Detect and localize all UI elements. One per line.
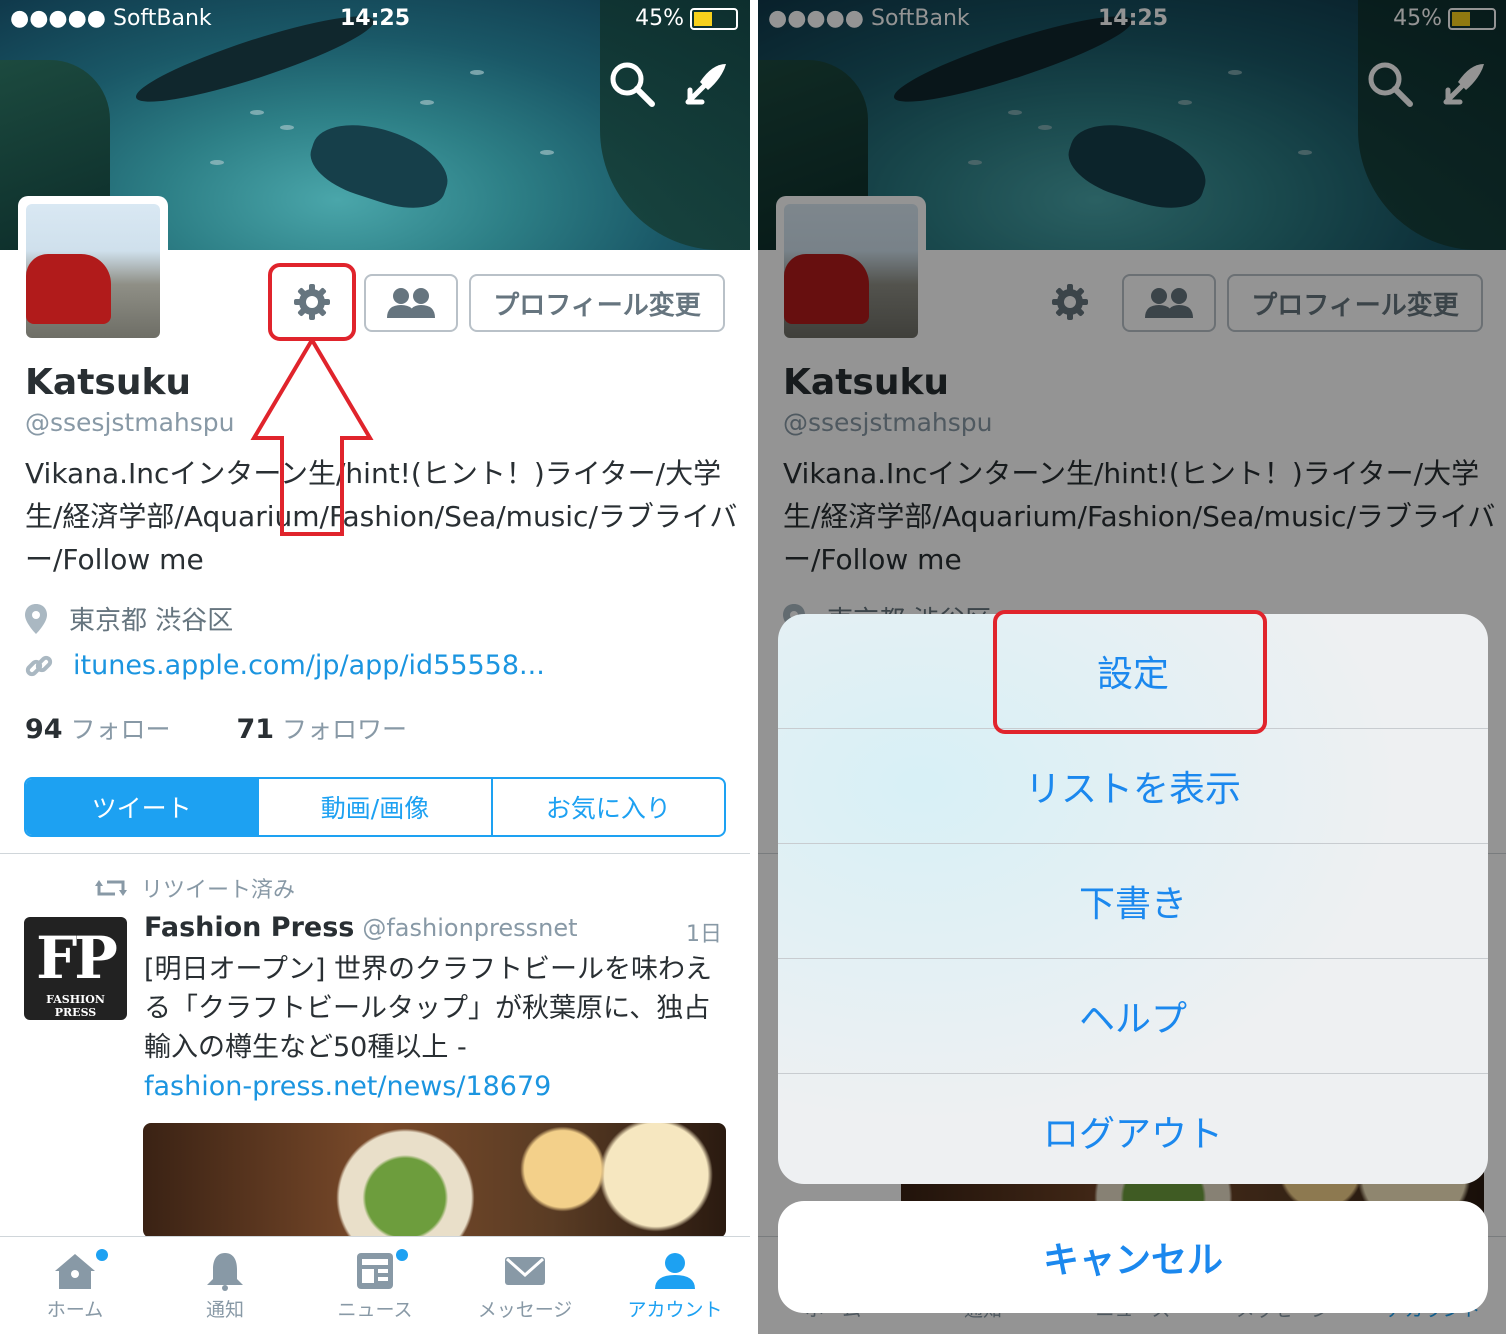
retweet-indicator: リツイート済み <box>95 872 295 904</box>
news-icon <box>357 1253 393 1289</box>
link-icon <box>25 655 53 676</box>
envelope-icon <box>505 1257 545 1285</box>
highlight-gear-box <box>268 263 356 341</box>
tab-tweets[interactable]: ツイート <box>26 779 258 835</box>
banner-fish <box>210 160 224 165</box>
battery-percent: 45% <box>635 6 684 31</box>
action-help[interactable]: ヘルプ <box>778 958 1488 1073</box>
follow-counts: 94 フォロー 71 フォロワー <box>25 710 407 746</box>
banner-fish <box>470 70 484 75</box>
following-count-link[interactable]: 94 フォロー <box>25 714 171 745</box>
tweet-link[interactable]: fashion-press.net/news/18679 <box>144 1067 719 1106</box>
tweet-author[interactable]: Fashion Press@fashionpressnet <box>144 912 578 943</box>
tab-label: メッセージ <box>477 1299 573 1321</box>
battery-indicator: 45% <box>635 6 738 31</box>
tweet-author-handle: @fashionpressnet <box>362 914 578 942</box>
tab-label: 通知 <box>205 1299 244 1321</box>
screen-divider <box>750 0 758 1334</box>
search-icon[interactable] <box>608 60 656 108</box>
battery-fill <box>694 11 712 26</box>
news-badge-dot <box>396 1249 408 1261</box>
avatar-logo-text: FP <box>36 924 118 992</box>
profile-url[interactable]: itunes.apple.com/jp/app/id55558... <box>25 650 545 681</box>
profile-tabs: ツイート 動画/画像 お気に入り <box>24 777 726 837</box>
banner-fish <box>540 150 554 155</box>
tweet-author-name: Fashion Press <box>144 912 355 943</box>
highlight-settings-box <box>993 610 1267 734</box>
status-bar: ●●●●● SoftBank 14:25 45% <box>0 0 750 40</box>
tab-favorites[interactable]: お気に入り <box>490 779 724 835</box>
tab-media[interactable]: 動画/画像 <box>257 779 490 835</box>
banner-ray <box>302 110 458 220</box>
battery-icon <box>690 7 738 30</box>
home-icon <box>55 1254 95 1289</box>
tweet-author-avatar[interactable]: FP FASHION PRESS <box>24 917 127 1020</box>
action-drafts[interactable]: 下書き <box>778 843 1488 958</box>
tweet-body: [明日オープン] 世界のクラフトビールを味わえる「クラフトビールタップ」が秋葉原… <box>144 954 713 1063</box>
tab-account[interactable]: アカウント <box>600 1237 750 1334</box>
retweet-label: リツイート済み <box>141 878 296 903</box>
highlight-up-arrow <box>250 338 374 536</box>
profile-location: 東京都 渋谷区 <box>25 600 233 637</box>
home-badge-dot <box>96 1249 108 1261</box>
compose-tweet-icon[interactable] <box>682 60 730 108</box>
tab-label: ホーム <box>46 1299 104 1321</box>
followers-label: フォロワー <box>282 715 408 744</box>
following-count: 94 <box>25 714 63 745</box>
retweet-icon <box>95 880 127 896</box>
tab-label: アカウント <box>627 1299 723 1321</box>
profile-screen-right: ●●●●● SoftBank 14:25 45% プロフィール変更 Katsuk… <box>758 0 1506 1334</box>
followers-count-link[interactable]: 71 フォロワー <box>236 714 408 745</box>
avatar-logo-subtext: FASHION PRESS <box>46 993 105 1019</box>
action-view-lists[interactable]: リストを表示 <box>778 728 1488 843</box>
banner-fish <box>250 110 264 115</box>
avatar-photo <box>26 204 160 338</box>
location-text: 東京都 渋谷区 <box>69 606 234 636</box>
avatar-car <box>26 254 111 324</box>
profile-handle: @ssesjstmahspu <box>25 408 235 437</box>
tab-news[interactable]: ニュース <box>300 1237 450 1334</box>
banner-fish <box>420 100 434 105</box>
tweet-timestamp: 1日 <box>686 922 722 947</box>
location-pin-icon <box>25 603 47 634</box>
tweet-photo[interactable] <box>143 1123 726 1238</box>
lists-button[interactable] <box>364 274 458 332</box>
action-logout[interactable]: ログアウト <box>778 1073 1488 1184</box>
profile-name: Katsuku <box>25 362 192 403</box>
profile-screen-left: ●●●●● SoftBank 14:25 45% プロフィール変更 Katsuk… <box>0 0 750 1334</box>
profile-bio: Vikana.Incインターン生/hint!(ヒント！)ライター/大学生/経済学… <box>25 457 738 576</box>
bell-icon <box>207 1253 243 1291</box>
modal-dim-overlay-top <box>758 0 1506 250</box>
tab-notifications[interactable]: 通知 <box>150 1237 300 1334</box>
edit-profile-button[interactable]: プロフィール変更 <box>469 274 725 332</box>
profile-avatar[interactable] <box>18 196 168 346</box>
tweet-text: [明日オープン] 世界のクラフトビールを味わえる「クラフトビールタップ」が秋葉原… <box>144 950 719 1106</box>
tab-home[interactable]: ホーム <box>0 1237 150 1334</box>
url-text[interactable]: itunes.apple.com/jp/app/id55558... <box>73 650 545 681</box>
section-divider <box>0 853 750 854</box>
banner-fish <box>280 125 294 130</box>
tab-messages[interactable]: メッセージ <box>450 1237 600 1334</box>
following-label: フォロー <box>70 715 171 744</box>
action-cancel-button[interactable]: キャンセル <box>778 1201 1488 1313</box>
person-icon <box>655 1253 695 1289</box>
tab-label: ニュース <box>337 1299 413 1321</box>
bottom-tab-bar: ホーム 通知 ニュース メッセージ アカウント <box>0 1236 750 1334</box>
followers-count: 71 <box>236 714 275 745</box>
people-icon <box>387 288 435 318</box>
